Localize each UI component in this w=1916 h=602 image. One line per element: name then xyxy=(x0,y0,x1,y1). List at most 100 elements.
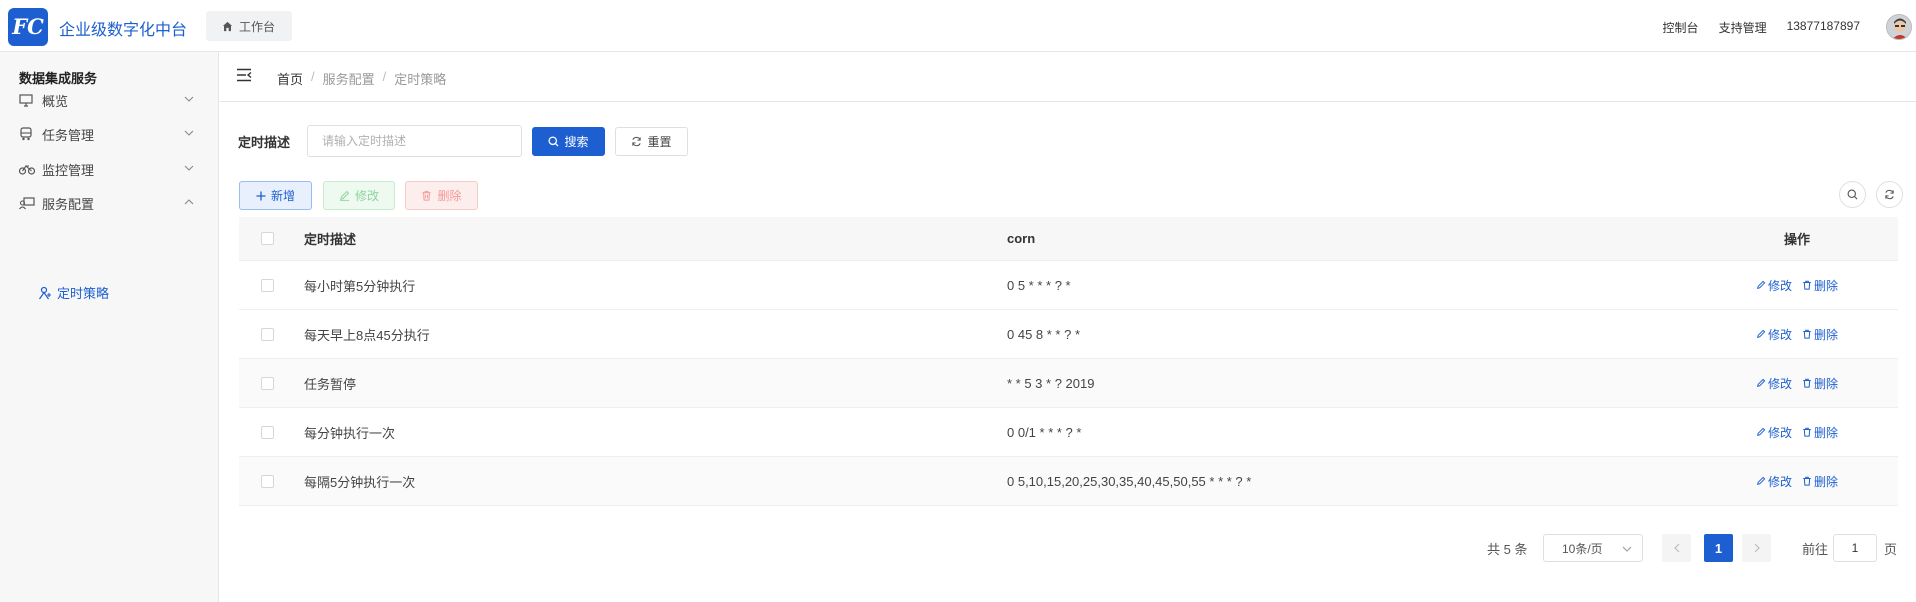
sidebar-item-label: 服务配置 xyxy=(42,196,95,212)
add-button[interactable]: 新增 xyxy=(239,181,312,210)
cell-corn: 0 5 * * * ? * xyxy=(1007,277,1071,293)
sidebar-item-label: 监控管理 xyxy=(42,162,95,178)
row-delete-link[interactable]: 删除 xyxy=(1802,277,1838,294)
cell-desc: 每隔5分钟执行一次 xyxy=(304,474,416,490)
next-page-button[interactable] xyxy=(1742,534,1771,562)
search-button[interactable]: 搜索 xyxy=(532,127,605,156)
sidebar-subitem-label: 定时策略 xyxy=(57,286,110,301)
trash-icon xyxy=(1803,378,1811,388)
bus-icon xyxy=(19,127,35,141)
cell-corn: * * 5 3 * ? 2019 xyxy=(1007,375,1095,391)
select-all-checkbox[interactable] xyxy=(261,232,274,245)
refresh-table-button[interactable] xyxy=(1876,181,1903,208)
row-checkbox[interactable] xyxy=(261,425,274,439)
tab-workbench-label: 工作台 xyxy=(239,19,276,34)
row-checkbox[interactable] xyxy=(261,474,274,488)
sidebar-item-label: 概览 xyxy=(42,93,69,109)
edit-icon xyxy=(1756,476,1766,486)
search-input[interactable] xyxy=(307,125,522,157)
sidebar-item-tasks[interactable]: 任务管理 xyxy=(0,122,219,146)
page-size-value: 10条/页 xyxy=(1562,541,1603,556)
row-edit-link[interactable]: 修改 xyxy=(1756,375,1792,392)
chevron-down-icon xyxy=(184,165,194,171)
cell-ops: 修改 删除 xyxy=(1756,457,1838,505)
column-header-desc: 定时描述 xyxy=(304,232,357,247)
add-button-label: 新增 xyxy=(270,189,295,203)
row-edit-label: 修改 xyxy=(1768,278,1793,293)
search-label: 定时描述 xyxy=(238,135,291,150)
page-number-current[interactable]: 1 xyxy=(1704,534,1733,562)
row-edit-link[interactable]: 修改 xyxy=(1756,473,1792,490)
breadcrumb: 首页 / 服务配置 / 定时策略 xyxy=(277,69,446,88)
search-icon xyxy=(548,136,560,147)
page-suffix: 页 xyxy=(1884,542,1898,557)
row-edit-label: 修改 xyxy=(1768,376,1793,391)
app-title: 企业级数字化中台 xyxy=(59,22,188,39)
row-select-cell xyxy=(261,310,274,358)
trash-icon xyxy=(1803,329,1811,339)
bike-icon xyxy=(19,162,35,176)
breadcrumb-separator: / xyxy=(382,69,387,84)
table-row: 每隔5分钟执行一次 0 5,10,15,20,25,30,35,40,45,50… xyxy=(239,457,1898,506)
chevron-right-icon xyxy=(1754,543,1760,553)
user-phone[interactable]: 13877187897 xyxy=(1787,19,1860,36)
cell-corn: 0 0/1 * * * ? * xyxy=(1007,424,1082,440)
service-config-icon xyxy=(19,196,35,210)
cell-ops: 修改 删除 xyxy=(1756,261,1838,309)
row-edit-link[interactable]: 修改 xyxy=(1756,326,1792,343)
edit-button[interactable]: 修改 xyxy=(323,181,395,210)
toggle-search-button[interactable] xyxy=(1839,181,1866,208)
column-header-corn: corn xyxy=(1007,231,1036,246)
header-links: 控制台 支持管理 13877187897 xyxy=(1663,19,1860,36)
search-icon xyxy=(1847,189,1858,200)
row-delete-link[interactable]: 删除 xyxy=(1802,473,1838,490)
row-delete-label: 删除 xyxy=(1814,474,1839,489)
breadcrumb-current: 定时策略 xyxy=(394,72,447,87)
cell-desc: 任务暂停 xyxy=(304,376,357,392)
edit-icon xyxy=(1756,427,1766,437)
row-edit-link[interactable]: 修改 xyxy=(1756,424,1792,441)
row-delete-link[interactable]: 删除 xyxy=(1802,326,1838,343)
cell-desc: 每小时第5分钟执行 xyxy=(304,278,416,294)
refresh-icon xyxy=(632,136,642,147)
row-edit-link[interactable]: 修改 xyxy=(1756,277,1792,294)
row-select-cell xyxy=(261,457,274,505)
app-logo[interactable]: FC xyxy=(8,8,48,46)
goto-page-input[interactable] xyxy=(1833,534,1877,562)
data-table: 定时描述 corn 操作 每小时第5分钟执行 0 5 * * * ? * 修改 … xyxy=(239,217,1898,506)
tab-workbench[interactable]: 工作台 xyxy=(206,11,292,41)
cell-corn: 0 5,10,15,20,25,30,35,40,45,50,55 * * * … xyxy=(1007,473,1252,489)
pagination-total: 共 5 条 xyxy=(1487,542,1528,557)
top-header: FC 企业级数字化中台 工作台 控制台 支持管理 13877187897 xyxy=(0,0,1916,52)
cell-ops: 修改 删除 xyxy=(1756,310,1838,358)
page-size-select[interactable]: 10条/页 xyxy=(1543,534,1643,562)
delete-button[interactable]: 删除 xyxy=(405,181,478,210)
avatar[interactable] xyxy=(1886,14,1912,40)
support-link[interactable]: 支持管理 xyxy=(1719,19,1767,36)
sidebar-item-overview[interactable]: 概览 xyxy=(0,88,219,112)
row-checkbox[interactable] xyxy=(261,278,274,292)
chevron-left-icon xyxy=(1673,543,1679,553)
prev-page-button[interactable] xyxy=(1662,534,1691,562)
reset-button[interactable]: 重置 xyxy=(615,127,688,156)
breadcrumb-home[interactable]: 首页 xyxy=(277,69,303,88)
console-link[interactable]: 控制台 xyxy=(1663,19,1699,36)
sidebar-subitem-timer-strategy[interactable]: 定时策略 xyxy=(38,283,109,302)
reset-button-label: 重置 xyxy=(647,135,672,149)
row-delete-link[interactable]: 删除 xyxy=(1802,375,1838,392)
sidebar-item-service-config[interactable]: 服务配置 xyxy=(0,191,219,215)
table-header: 定时描述 corn 操作 xyxy=(239,217,1898,261)
user-avatar-icon xyxy=(1887,15,1911,39)
chevron-up-icon xyxy=(184,199,194,205)
goto-label: 前往 xyxy=(1802,542,1829,557)
search-button-label: 搜索 xyxy=(564,135,589,149)
row-checkbox[interactable] xyxy=(261,376,274,390)
sidebar-item-monitoring[interactable]: 监控管理 xyxy=(0,157,219,181)
menu-fold-icon[interactable] xyxy=(236,68,253,82)
monitor-icon xyxy=(19,93,35,107)
row-checkbox[interactable] xyxy=(261,327,274,341)
column-header-ops: 操作 xyxy=(1784,232,1811,247)
cell-ops: 修改 删除 xyxy=(1756,408,1838,456)
row-delete-link[interactable]: 删除 xyxy=(1802,424,1838,441)
delete-button-label: 删除 xyxy=(437,189,462,203)
